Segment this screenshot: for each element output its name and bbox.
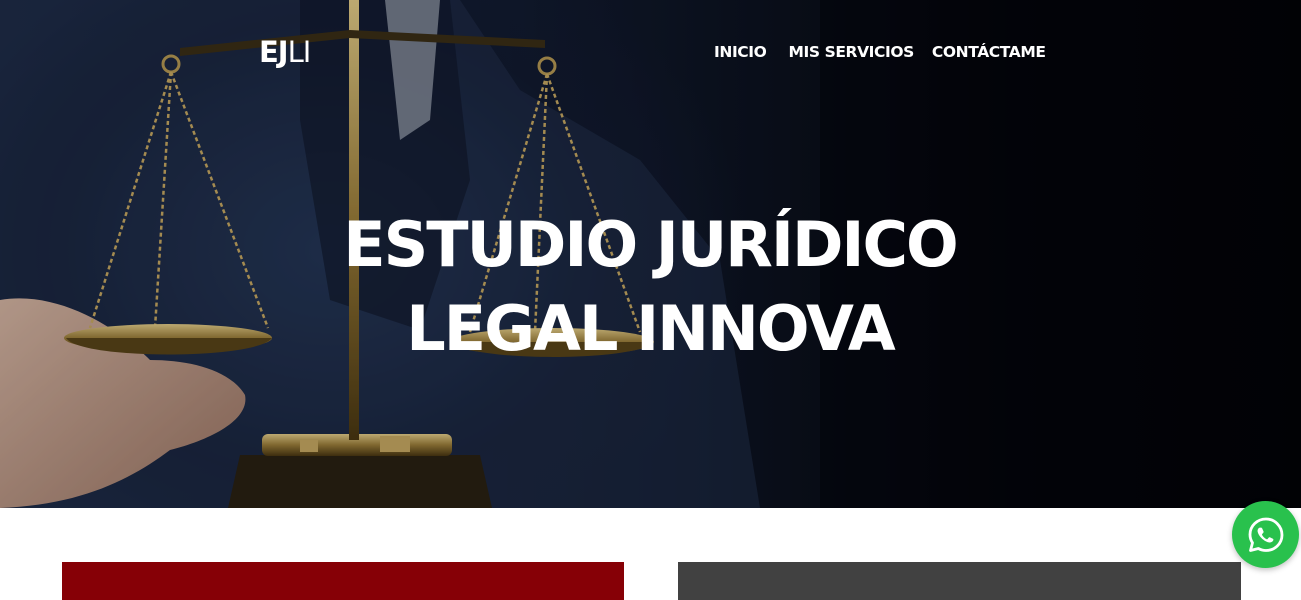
main-nav: INICIO MIS SERVICIOS CONTÁCTAME (714, 42, 1046, 62)
site-logo[interactable]: EJLI (259, 35, 312, 69)
hero-banner: EJLI INICIO MIS SERVICIOS CONTÁCTAME EST… (0, 0, 1301, 508)
service-card-right (678, 562, 1241, 600)
hero-title: ESTUDIO JURÍDICO LEGAL INNOVA (250, 203, 1050, 371)
hero-title-line-1: ESTUDIO JURÍDICO (343, 208, 958, 281)
nav-link-inicio[interactable]: INICIO (714, 42, 767, 62)
hero-title-line-2: LEGAL INNOVA (406, 292, 895, 365)
whatsapp-button[interactable] (1232, 501, 1299, 568)
nav-link-mis-servicios[interactable]: MIS SERVICIOS (788, 42, 914, 62)
whatsapp-icon (1248, 517, 1283, 552)
logo-bold-text: EJ (259, 35, 289, 69)
logo-thin-text: LI (287, 35, 312, 69)
service-card-left (62, 562, 624, 600)
nav-link-contactame[interactable]: CONTÁCTAME (932, 42, 1046, 62)
